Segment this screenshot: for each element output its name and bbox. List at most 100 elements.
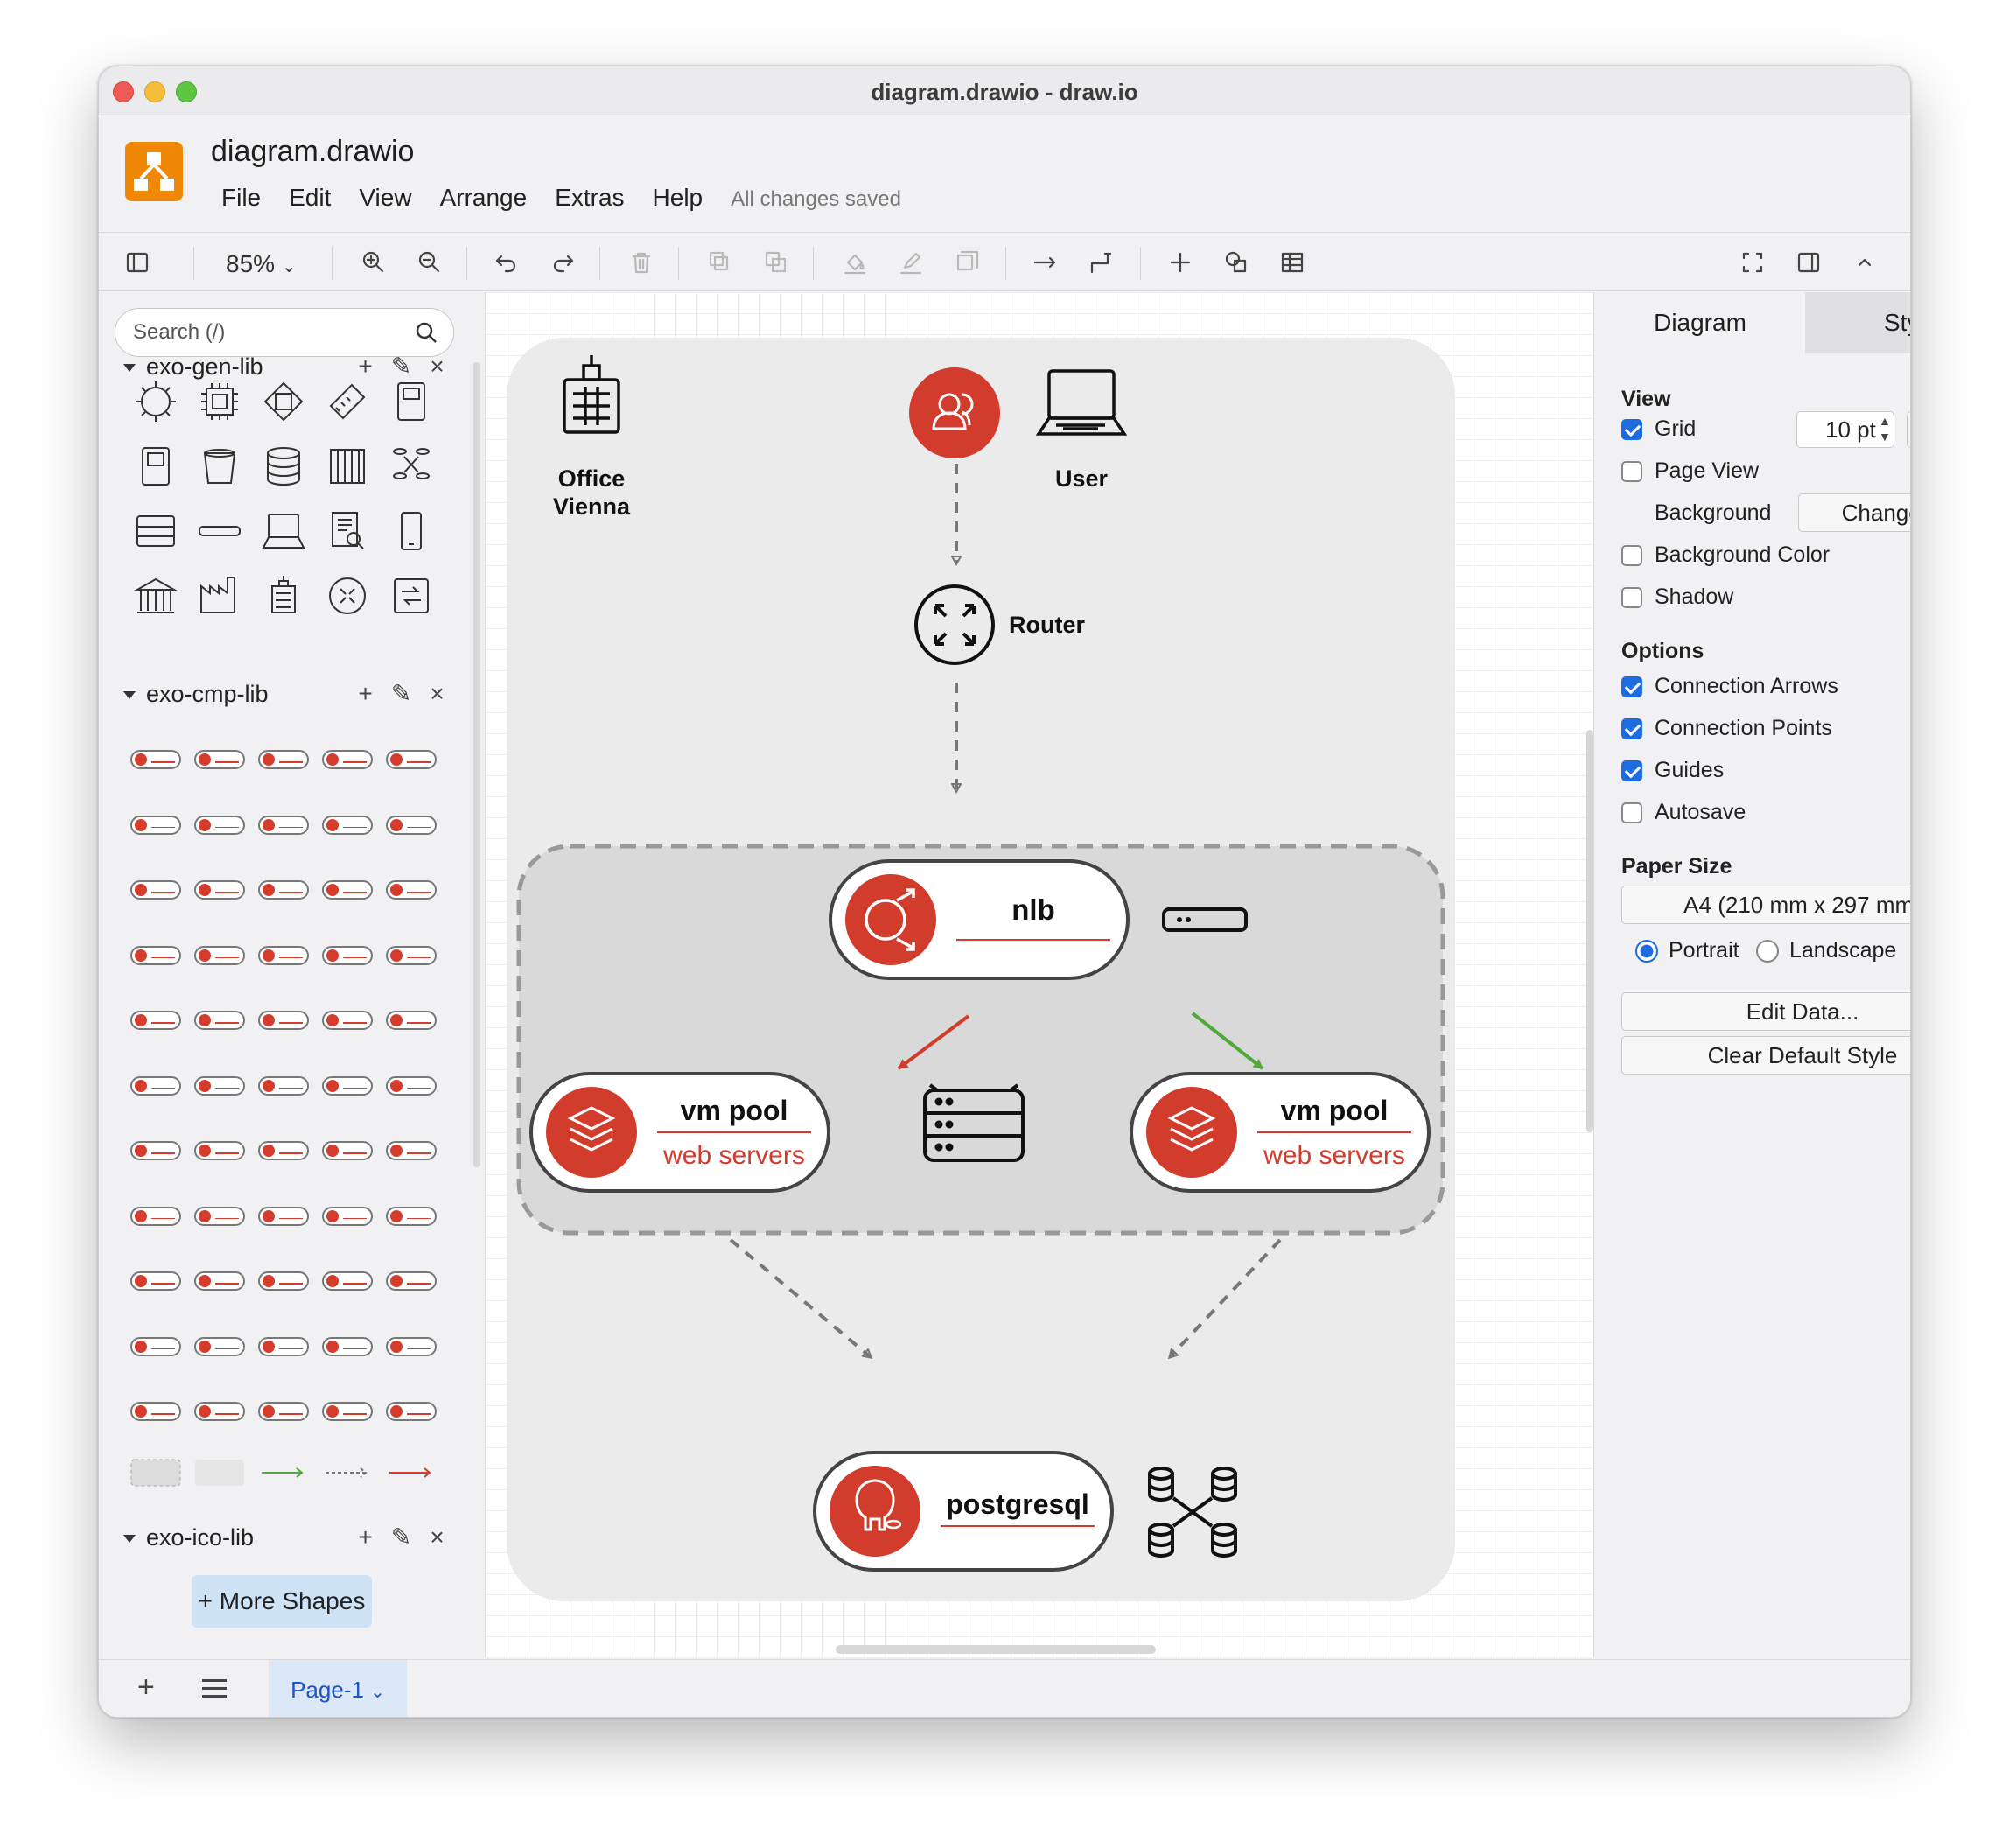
menu-view[interactable]: View [359,184,411,212]
component-shape-icon[interactable] [386,1011,437,1030]
library-shape-icon[interactable] [322,441,373,492]
lib-close-icon[interactable]: × [419,680,455,708]
lib-add-icon[interactable]: + [347,1523,383,1551]
vm-pool-left[interactable]: vm pool web servers [529,1072,830,1193]
lib-header-exo-cmp-lib[interactable]: exo-cmp-lib [123,681,269,708]
component-shape-icon[interactable] [258,1011,309,1030]
library-shape-icon[interactable] [130,506,181,556]
paper-size-select[interactable]: A4 (210 mm x 297 mm)⌄ [1621,886,1910,924]
menu-help[interactable]: Help [653,184,704,212]
component-shape-icon[interactable] [130,1075,181,1096]
shadow-checkbox[interactable]: Shadow [1621,584,1733,610]
vm-pool-right[interactable]: vm pool web servers [1130,1072,1431,1193]
component-shape-icon[interactable] [130,1141,181,1160]
component-shape-icon[interactable] [194,1011,245,1030]
component-shape-icon[interactable] [258,1336,309,1356]
canvas-scrollbar-h[interactable] [836,1645,1156,1654]
component-shape-icon[interactable] [194,1141,245,1160]
tab-diagram[interactable]: Diagram [1595,292,1805,354]
component-shape-icon[interactable] [130,1402,181,1421]
postgresql-node[interactable]: postgresql [813,1451,1114,1572]
component-shape-icon[interactable] [130,1271,181,1291]
checkbox-grid[interactable] [1621,418,1642,440]
grid-color-button[interactable]: ✎ [1907,411,1910,448]
component-shape-icon[interactable] [386,1271,437,1291]
pages-menu-icon[interactable] [202,1679,227,1698]
component-shape-icon[interactable] [322,1336,373,1356]
checkbox-connection-arrows[interactable] [1621,676,1642,697]
menu-file[interactable]: File [221,184,261,212]
component-shape-icon[interactable] [386,1402,437,1421]
connection-arrow-icon[interactable] [1025,242,1067,284]
fill-color-icon[interactable] [834,242,876,284]
library-shape-icon[interactable] [258,570,309,621]
delete-icon[interactable] [620,242,662,284]
component-shape-icon[interactable] [322,945,373,965]
component-shape-icon[interactable] [130,880,181,900]
component-shape-icon[interactable] [258,1402,309,1421]
collapse-icon[interactable] [1844,242,1886,284]
change-background-button[interactable]: Change... [1798,494,1910,532]
landscape-radio[interactable]: Landscape [1756,938,1896,963]
lib-header-exo-ico-lib[interactable]: exo-ico-lib [123,1524,254,1551]
shadow-icon[interactable] [946,242,988,284]
library-shape-icon[interactable] [258,506,309,556]
component-shape-icon[interactable] [130,815,181,835]
component-shape-icon[interactable] [322,1458,373,1488]
library-shape-icon[interactable] [194,570,245,621]
search-input[interactable]: Search (/) [115,308,454,357]
component-shape-icon[interactable] [322,815,373,835]
insert-icon[interactable] [1159,242,1201,284]
component-shape-icon[interactable] [386,1075,437,1096]
canvas-scrollbar-v[interactable] [1586,730,1593,1132]
lib-edit-icon[interactable]: ✎ [383,679,419,708]
checkbox-connection-points[interactable] [1621,718,1642,739]
zoom-in-icon[interactable] [353,242,395,284]
component-shape-icon[interactable] [258,880,309,900]
library-shape-icon[interactable] [194,376,245,427]
lib-close-icon[interactable]: × [419,1523,455,1551]
component-shape-icon[interactable] [258,1141,309,1160]
library-shape-icon[interactable] [194,506,245,556]
grid-size-stepper[interactable]: ▲ ▼ [1879,413,1891,444]
checkbox-background-color[interactable] [1621,544,1642,566]
checkbox-page-view[interactable] [1621,460,1642,482]
waypoints-icon[interactable] [1081,242,1123,284]
radio-portrait[interactable] [1635,939,1658,962]
component-shape-icon[interactable] [130,750,181,769]
component-shape-icon[interactable] [386,880,437,900]
component-shape-icon[interactable] [322,880,373,900]
component-shape-icon[interactable] [322,750,373,769]
clear-default-style-button[interactable]: Clear Default Style [1621,1036,1910,1074]
component-shape-icon[interactable] [194,750,245,769]
checkbox-autosave[interactable] [1621,802,1642,823]
component-shape-icon[interactable] [130,1458,181,1488]
portrait-radio[interactable]: Portrait [1635,938,1740,963]
checkbox-guides[interactable] [1621,760,1642,781]
component-shape-icon[interactable] [322,1011,373,1030]
component-shape-icon[interactable] [130,1206,181,1226]
lib-edit-icon[interactable]: ✎ [383,1522,419,1551]
to-front-icon[interactable] [699,242,741,284]
nlb-node[interactable]: nlb [829,859,1130,980]
autosave-checkbox[interactable]: Autosave [1621,800,1746,825]
format-panel-icon[interactable] [1788,242,1830,284]
library-shape-icon[interactable] [322,570,373,621]
zoom-select[interactable]: 85% ⌄ [226,250,297,278]
background-color-checkbox[interactable]: Background Color [1621,542,1830,568]
component-shape-icon[interactable] [386,750,437,769]
component-shape-icon[interactable] [194,1271,245,1291]
diagram-canvas[interactable]: Office Vienna User Router nlb vm pool we… [485,292,1594,1657]
library-shape-icon[interactable] [194,441,245,492]
line-color-icon[interactable] [890,242,932,284]
library-shape-icon[interactable] [130,376,181,427]
library-shape-icon[interactable] [258,441,309,492]
lib-add-icon[interactable]: + [347,680,383,708]
component-shape-icon[interactable] [386,1458,437,1488]
redo-icon[interactable] [542,242,584,284]
grid-checkbox[interactable]: Grid [1621,416,1696,442]
format-panel-toggle-icon[interactable] [116,242,158,284]
table-icon[interactable] [1271,242,1313,284]
connection-points-checkbox[interactable]: Connection Points [1621,716,1832,741]
add-page-icon[interactable]: + [137,1670,155,1704]
